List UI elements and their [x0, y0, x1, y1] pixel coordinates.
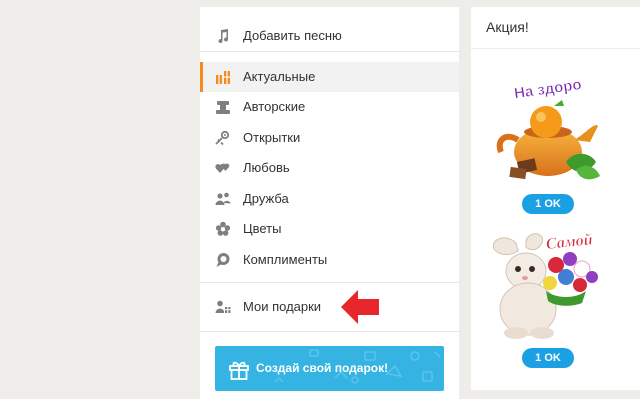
gift-price-button[interactable]: 1 OK: [522, 348, 574, 368]
speech-bubble-icon: [216, 253, 230, 267]
create-gift-label: Создай свой подарок!: [256, 361, 389, 375]
category-label: Дружба: [243, 191, 289, 206]
category-flowers[interactable]: Цветы: [200, 214, 459, 244]
create-gift-button[interactable]: Создай свой подарок!: [215, 346, 444, 391]
promo-divider: [471, 48, 640, 49]
add-song-label: Добавить песню: [243, 28, 342, 43]
menu-divider: [200, 51, 459, 52]
add-song-item[interactable]: Добавить песню: [200, 21, 459, 51]
menu-divider: [200, 282, 459, 283]
category-label: Авторские: [243, 99, 306, 114]
my-gifts-label: Мои подарки: [243, 299, 322, 314]
category-compliments[interactable]: Комплименты: [200, 245, 459, 275]
category-label: Открытки: [243, 130, 301, 145]
gift-icon: [229, 361, 249, 380]
gift-caption: Самой: [545, 231, 593, 253]
my-gifts-item[interactable]: Мои подарки: [200, 292, 459, 322]
active-indicator: [200, 62, 203, 92]
gift-price-button[interactable]: 1 OK: [522, 194, 574, 214]
author-gifts-icon: [216, 101, 230, 114]
gift-category-menu: Добавить песню Актуальные Авторские Откр…: [200, 7, 459, 399]
category-friendship[interactable]: Дружба: [200, 184, 459, 214]
flower-icon: [215, 221, 231, 236]
category-author[interactable]: Авторские: [200, 92, 459, 122]
red-arrow-pointer-icon: [341, 290, 379, 324]
category-label: Любовь: [243, 160, 290, 175]
category-label: Комплименты: [243, 252, 328, 267]
promo-panel: Акция! На здоро 1 OK Самой 1 OK: [471, 7, 640, 390]
teapot-with-orange-icon[interactable]: На здоро: [496, 70, 606, 185]
category-postcards[interactable]: Открытки: [200, 123, 459, 153]
my-gifts-icon: [215, 300, 231, 313]
category-label: Цветы: [243, 221, 282, 236]
promo-title: Акция!: [486, 19, 529, 35]
gift-caption: На здоро: [513, 76, 583, 102]
postcards-icon: [215, 130, 230, 146]
bunny-with-flowers-icon[interactable]: Самой: [486, 229, 611, 344]
menu-divider: [200, 331, 459, 332]
hearts-icon: [215, 163, 230, 173]
category-label: Актуальные: [243, 69, 316, 84]
gift-boxes-icon: [216, 71, 230, 84]
music-note-icon: [218, 29, 229, 44]
category-love[interactable]: Любовь: [200, 153, 459, 183]
friends-icon: [215, 192, 231, 205]
category-actual[interactable]: Актуальные: [200, 62, 459, 92]
